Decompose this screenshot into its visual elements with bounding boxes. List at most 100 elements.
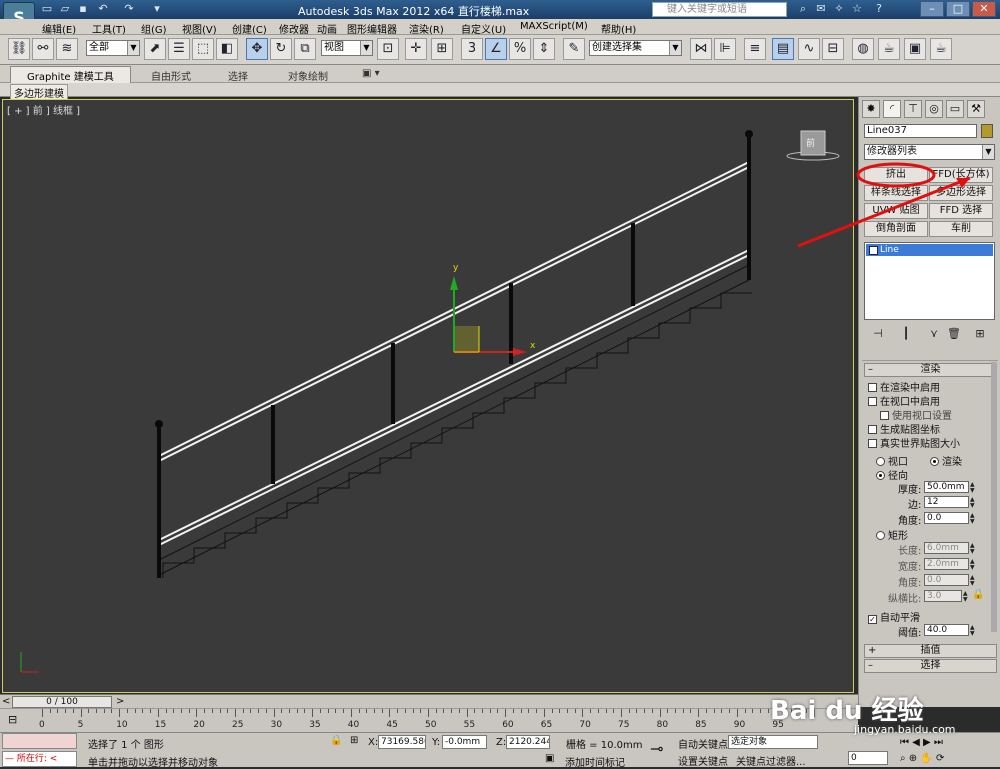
edit-named-sets-icon[interactable]: ✎ — [563, 38, 585, 60]
bind-space-warp-icon[interactable]: ≋ — [56, 38, 78, 60]
binoculars-icon[interactable]: ⌕ — [796, 2, 810, 16]
selection-filter-dropdown[interactable]: 全部 ▼ — [86, 40, 140, 56]
track-bar[interactable]: ⊟ 0 5 10 15 20 25 30 35 40 45 50 55 60 65 70 75 80 85 90 95 — [0, 708, 858, 732]
absolute-mode-icon[interactable]: ⊞ — [350, 735, 358, 746]
spinner-snap-icon[interactable]: ⇕ — [533, 38, 555, 60]
named-selection-dropdown[interactable]: 创建选择集 ▼ — [589, 40, 682, 56]
menu-rendering[interactable]: 渲染(R) — [409, 21, 444, 36]
modify-tab-icon[interactable]: ◜ — [883, 100, 901, 118]
snaps-toggle-icon[interactable]: 3 — [461, 38, 483, 60]
pivot-center-icon[interactable]: ⊡ — [377, 38, 399, 60]
mini-curve-editor-icon[interactable]: ⊟ — [8, 713, 17, 726]
ribbon-options-icon[interactable]: ▣ ▾ — [362, 68, 380, 79]
interpolation-rollout-header[interactable]: + 插值 — [864, 644, 997, 658]
z-coord-field[interactable]: 2120.244 — [506, 735, 550, 749]
remove-modifier-icon[interactable]: 🗑 — [947, 327, 961, 341]
spinner-arrows-icon[interactable]: ▲ ▼ — [970, 625, 977, 637]
display-tab-icon[interactable]: ▭ — [946, 100, 964, 118]
spinner-arrows-icon[interactable]: ▲ ▼ — [970, 513, 977, 525]
playback-controls-icon[interactable]: ⏮ ◀ ▶ ⏭ — [900, 737, 943, 748]
rect-selection-icon[interactable]: ⬚ — [192, 38, 214, 60]
configure-sets-icon[interactable]: ⊞ — [973, 327, 987, 341]
use-viewport-settings-checkbox[interactable]: 使用视口设置 — [880, 407, 952, 422]
selection-rollout-header[interactable]: – 选择 — [864, 659, 997, 673]
enable-in-renderer-checkbox[interactable]: 在渲染中启用 — [868, 379, 940, 394]
spinner-arrows-icon[interactable]: ▲ ▼ — [970, 482, 977, 494]
current-frame-field[interactable]: 0 — [848, 751, 888, 765]
favorites-icon[interactable]: ☆ — [850, 2, 864, 16]
hierarchy-tab-icon[interactable]: ⊤ — [904, 100, 922, 118]
select-by-name-icon[interactable]: ☰ — [168, 38, 190, 60]
minimize-button[interactable]: – — [920, 1, 944, 17]
pin-stack-icon[interactable]: ⊣ — [871, 327, 885, 341]
menu-animation[interactable]: 动画 — [317, 21, 337, 36]
angle-spinner[interactable]: 0.0 — [924, 512, 969, 524]
maxscript-mini-listener[interactable]: — 所在行: < — [2, 751, 77, 767]
object-color-swatch[interactable] — [981, 124, 993, 138]
rendered-frame-icon[interactable]: ▣ — [904, 38, 926, 60]
time-slider-thumb[interactable]: 0 / 100 — [12, 696, 112, 708]
lock-aspect-icon[interactable]: 🔒 — [972, 589, 984, 600]
make-unique-icon[interactable]: ⋎ — [927, 327, 941, 341]
real-world-size-checkbox[interactable]: 真实世界贴图大小 — [868, 435, 960, 450]
next-frame-icon[interactable]: > — [116, 696, 124, 707]
generate-mapping-checkbox[interactable]: 生成贴图坐标 — [868, 421, 940, 436]
select-manipulate-icon[interactable]: ✛ — [405, 38, 427, 60]
auto-key-button[interactable]: 自动关键点 — [678, 736, 728, 751]
menu-graph-editors[interactable]: 图形编辑器 — [347, 21, 397, 36]
time-slider[interactable]: < 0 / 100 > — [0, 694, 858, 708]
window-crossing-icon[interactable]: ◧ — [216, 38, 238, 60]
keyboard-shortcut-icon[interactable]: ⊞ — [431, 38, 453, 60]
x-coord-field[interactable]: 73169.586 — [378, 735, 426, 749]
tab-selection[interactable]: 选择 — [228, 68, 248, 83]
aspect-spinner[interactable]: 3.0 — [924, 590, 962, 602]
viewport-nav-icon[interactable]: ⌕ ⊕ ✋ ⟳ — [900, 753, 944, 764]
lock-selection-icon[interactable]: 🔒 — [330, 735, 342, 746]
rectangular-radio[interactable]: 矩形 — [876, 527, 908, 542]
front-viewport[interactable]: [ + ] 前 ] 线框 ] y x 前 — [2, 99, 854, 693]
create-tab-icon[interactable]: ✸ — [862, 100, 880, 118]
enable-in-viewport-checkbox[interactable]: 在视口中启用 — [868, 393, 940, 408]
render-setup-icon[interactable]: ☕ — [878, 38, 900, 60]
percent-snap-icon[interactable]: % — [509, 38, 531, 60]
menu-tools[interactable]: 工具(T) — [92, 21, 126, 36]
menu-views[interactable]: 视图(V) — [182, 21, 217, 36]
align-icon[interactable]: ⊫ — [714, 38, 736, 60]
thickness-spinner[interactable]: 50.0mm — [924, 481, 969, 493]
object-name-field[interactable]: Line037 — [864, 124, 977, 138]
close-button[interactable]: ✕ — [972, 1, 996, 17]
angle-snap-icon[interactable]: ∠ — [485, 38, 507, 60]
show-end-result-icon[interactable]: ┃ — [899, 327, 913, 341]
spinner-arrows-icon[interactable]: ▲ ▼ — [970, 497, 977, 509]
layer-manager-icon[interactable]: ≡ — [744, 38, 766, 60]
material-editor-icon[interactable]: ◍ — [852, 38, 874, 60]
radial-radio[interactable]: 径向 — [876, 467, 908, 482]
spinner-arrows-icon[interactable]: ▲ ▼ — [970, 575, 977, 587]
reference-coord-dropdown[interactable]: 视图 ▼ — [321, 40, 373, 56]
select-object-icon[interactable]: ⬈ — [144, 38, 166, 60]
tools-icon[interactable]: ✧ — [832, 2, 846, 16]
motion-tab-icon[interactable]: ◎ — [925, 100, 943, 118]
select-and-rotate-icon[interactable]: ↻ — [270, 38, 292, 60]
key-icon[interactable]: ⊸ — [650, 739, 663, 758]
key-filters-button[interactable]: 关键点过滤器... — [736, 753, 806, 768]
menu-modifiers[interactable]: 修改器 — [279, 21, 309, 36]
threshold-spinner[interactable]: 40.0 — [924, 624, 969, 636]
qat-dropdown-icon[interactable]: ▾ — [150, 2, 164, 16]
spinner-arrows-icon[interactable]: ▲ ▼ — [970, 543, 977, 555]
prev-frame-icon[interactable]: < — [2, 696, 10, 707]
unlink-icon[interactable]: ⚯ — [32, 38, 54, 60]
undo-icon[interactable]: ↶ — [96, 2, 110, 16]
save-file-icon[interactable]: ▪ — [76, 2, 90, 16]
link-icon[interactable]: ⛓ — [8, 38, 30, 60]
menu-edit[interactable]: 编辑(E) — [42, 21, 76, 36]
time-tag-icon[interactable]: ▣ — [545, 753, 554, 764]
help-icon[interactable]: ? — [872, 2, 886, 16]
sides-spinner[interactable]: 12 — [924, 496, 969, 508]
viewport-radio[interactable]: 视口 — [876, 453, 908, 468]
schematic-view-icon[interactable]: ⊟ — [822, 38, 844, 60]
new-file-icon[interactable]: ▭ — [40, 2, 54, 16]
viewcube-label[interactable]: 前 — [806, 136, 815, 149]
communication-icon[interactable]: ✉ — [814, 2, 828, 16]
menu-help[interactable]: 帮助(H) — [601, 21, 636, 36]
